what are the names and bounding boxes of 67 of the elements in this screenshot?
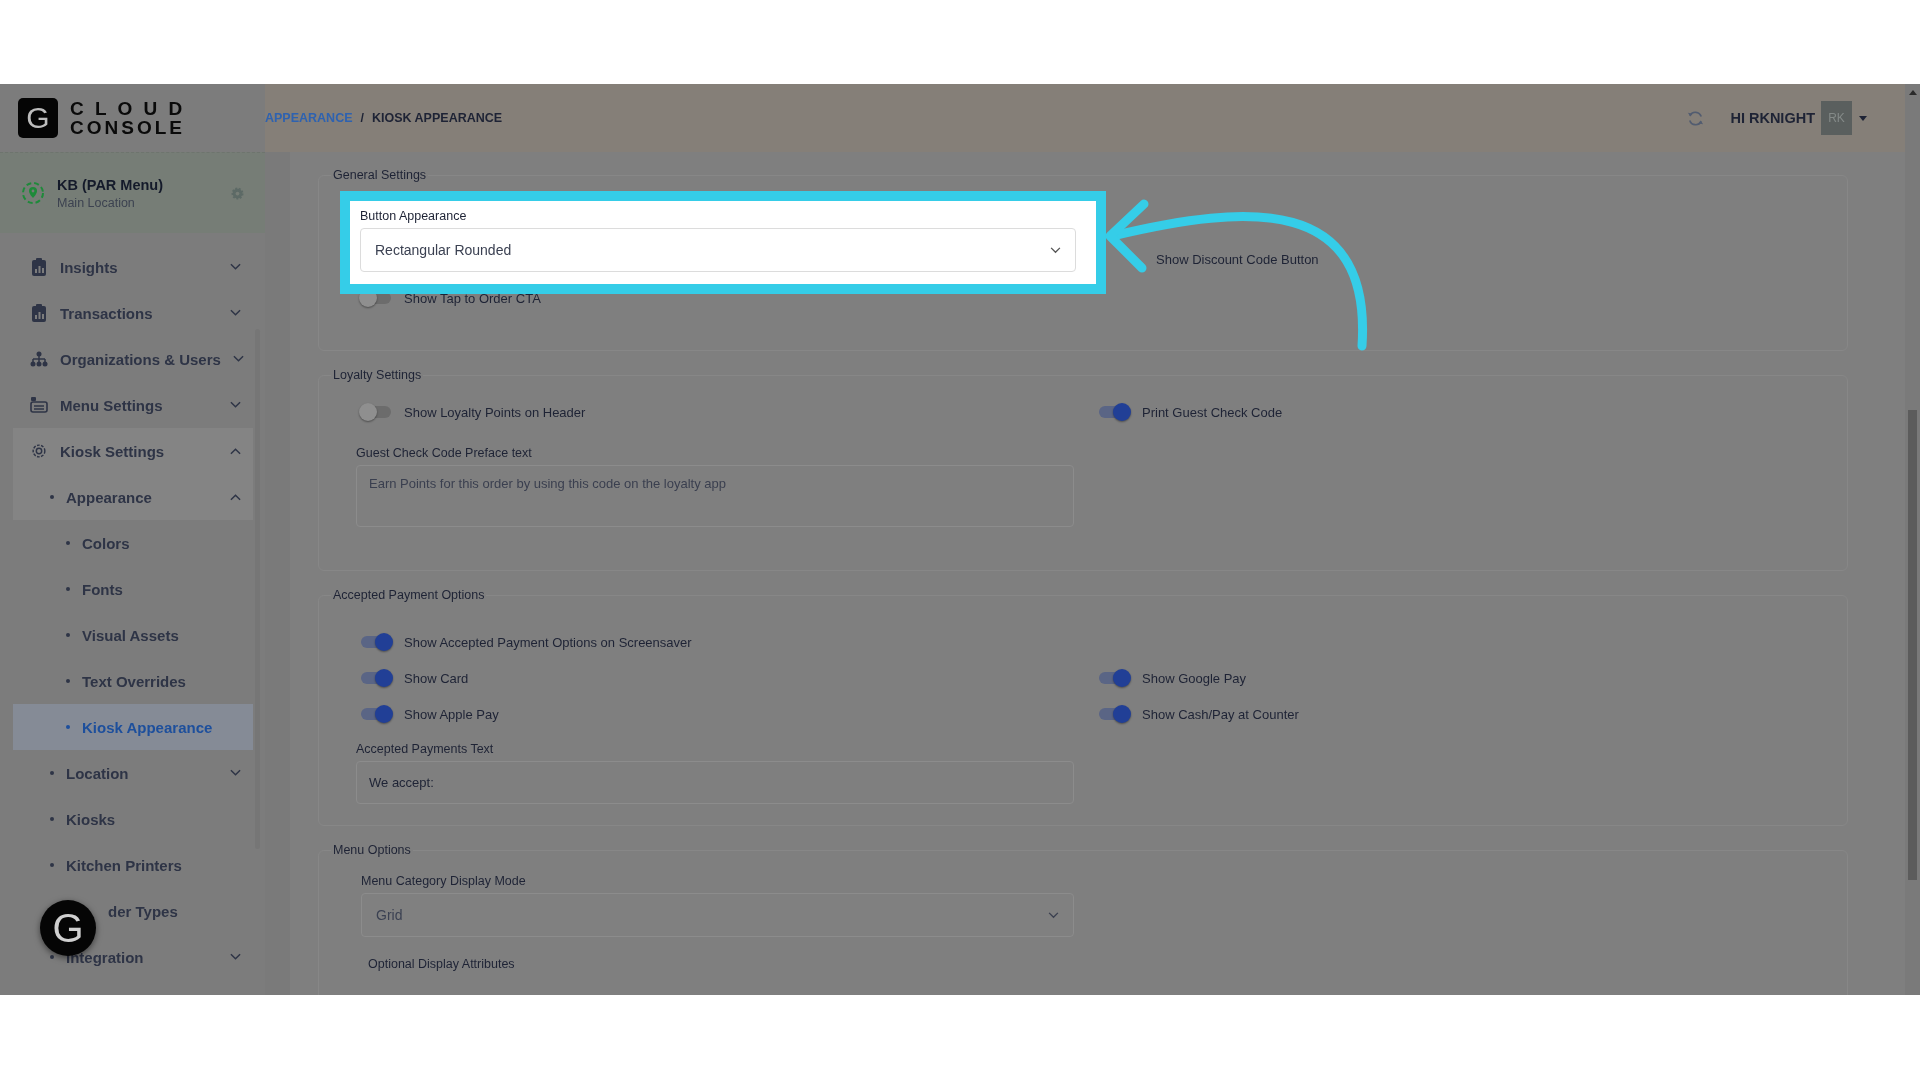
toggle-switch[interactable] (1099, 672, 1129, 684)
nav-item[interactable]: Kiosk Settings (13, 428, 253, 474)
toggle-label: Show Discount Code Button (1156, 252, 1319, 267)
section-title: General Settings (332, 168, 428, 182)
nav-item[interactable]: Fonts (13, 566, 253, 612)
field-label: Accepted Payments Text (356, 742, 495, 756)
text-area[interactable]: Earn Points for this order by using this code on the loyalty app (356, 465, 1074, 527)
toggle-label: Show Card (404, 670, 469, 686)
field-label: Button Appearance (360, 209, 468, 223)
nav-item[interactable]: Kiosks (13, 796, 253, 842)
chevron-down-icon (1050, 246, 1061, 254)
clipboard-chart-icon (30, 258, 48, 276)
nav-item[interactable]: Visual Assets (13, 612, 253, 658)
user-greeting[interactable]: HI RKNIGHT (1730, 110, 1815, 126)
scroll-up-icon[interactable] (1908, 90, 1917, 95)
breadcrumb-separator: / (360, 111, 364, 125)
toggle-label: Show Accepted Payment Options on Screensaver (404, 634, 692, 650)
location-card[interactable]: KB (PAR Menu) Main Location (0, 152, 265, 233)
org-chart-icon (30, 351, 48, 367)
nav-item[interactable]: Location (13, 750, 253, 796)
settings-icon[interactable] (230, 185, 245, 201)
nav-item[interactable]: Insights (13, 244, 253, 290)
toggle-switch[interactable] (361, 636, 391, 648)
nav-item[interactable]: der Types (108, 902, 178, 920)
toggle-label: Show Loyalty Points on Header (404, 404, 586, 420)
section-title: Accepted Payment Options (332, 588, 486, 602)
caret-icon[interactable] (1859, 115, 1867, 121)
nav-item[interactable]: Kiosk Appearance (13, 704, 253, 750)
breadcrumb-link[interactable]: APPEARANCE (265, 111, 353, 125)
select-field[interactable]: Grid (361, 893, 1074, 937)
toggle-label: Show Apple Pay (404, 706, 499, 722)
field-label: Guest Check Code Preface text (356, 446, 533, 460)
select-field[interactable]: Rectangular Rounded (360, 228, 1076, 272)
toggle-switch[interactable] (361, 672, 391, 684)
clipboard-chart-icon (30, 304, 48, 322)
nav-item[interactable]: Text Overrides (13, 658, 253, 704)
nav-item[interactable]: Organizations & Users (13, 336, 253, 382)
toggle-switch[interactable] (361, 708, 391, 720)
field-label: Optional Display Attributes (368, 957, 516, 971)
nav-item[interactable]: Kitchen Printers (13, 842, 253, 888)
toggle-switch[interactable] (361, 406, 391, 418)
toggle-label: Show Tap to Order CTA (404, 290, 541, 306)
logo-mark: G (18, 98, 58, 138)
logo-text: CONSOLE (70, 118, 186, 137)
toggle-label: Show Google Pay (1142, 670, 1247, 686)
logo-text: C L O U D (70, 99, 186, 118)
toggle-label: Show Cash/Pay at Counter (1142, 706, 1299, 722)
nav-item[interactable]: Menu Settings (13, 382, 253, 428)
nav-item[interactable]: Colors (13, 520, 253, 566)
menu-card-icon (30, 397, 48, 413)
scrollbar[interactable] (1905, 84, 1920, 995)
toggle-switch[interactable] (1099, 406, 1129, 418)
toggle-label: Print Guest Check Code (1142, 404, 1283, 420)
location-name: KB (PAR Menu) (57, 176, 165, 193)
location-pin-icon (21, 181, 45, 205)
field-label: Menu Category Display Mode (361, 874, 527, 888)
section-title: Loyalty Settings (332, 368, 423, 382)
breadcrumb-current: KIOSK APPEARANCE (372, 111, 503, 125)
nav-item[interactable]: Appearance (13, 474, 253, 520)
toggle-switch[interactable] (1099, 708, 1129, 720)
nav-item[interactable]: Transactions (13, 290, 253, 336)
refresh-icon[interactable] (1686, 108, 1706, 128)
location-subtitle: Main Location (57, 195, 136, 210)
chevron-down-icon (1048, 911, 1059, 919)
settings-icon (30, 442, 48, 460)
input-field[interactable]: We accept: (356, 761, 1074, 804)
section-title: Menu Options (332, 843, 412, 857)
